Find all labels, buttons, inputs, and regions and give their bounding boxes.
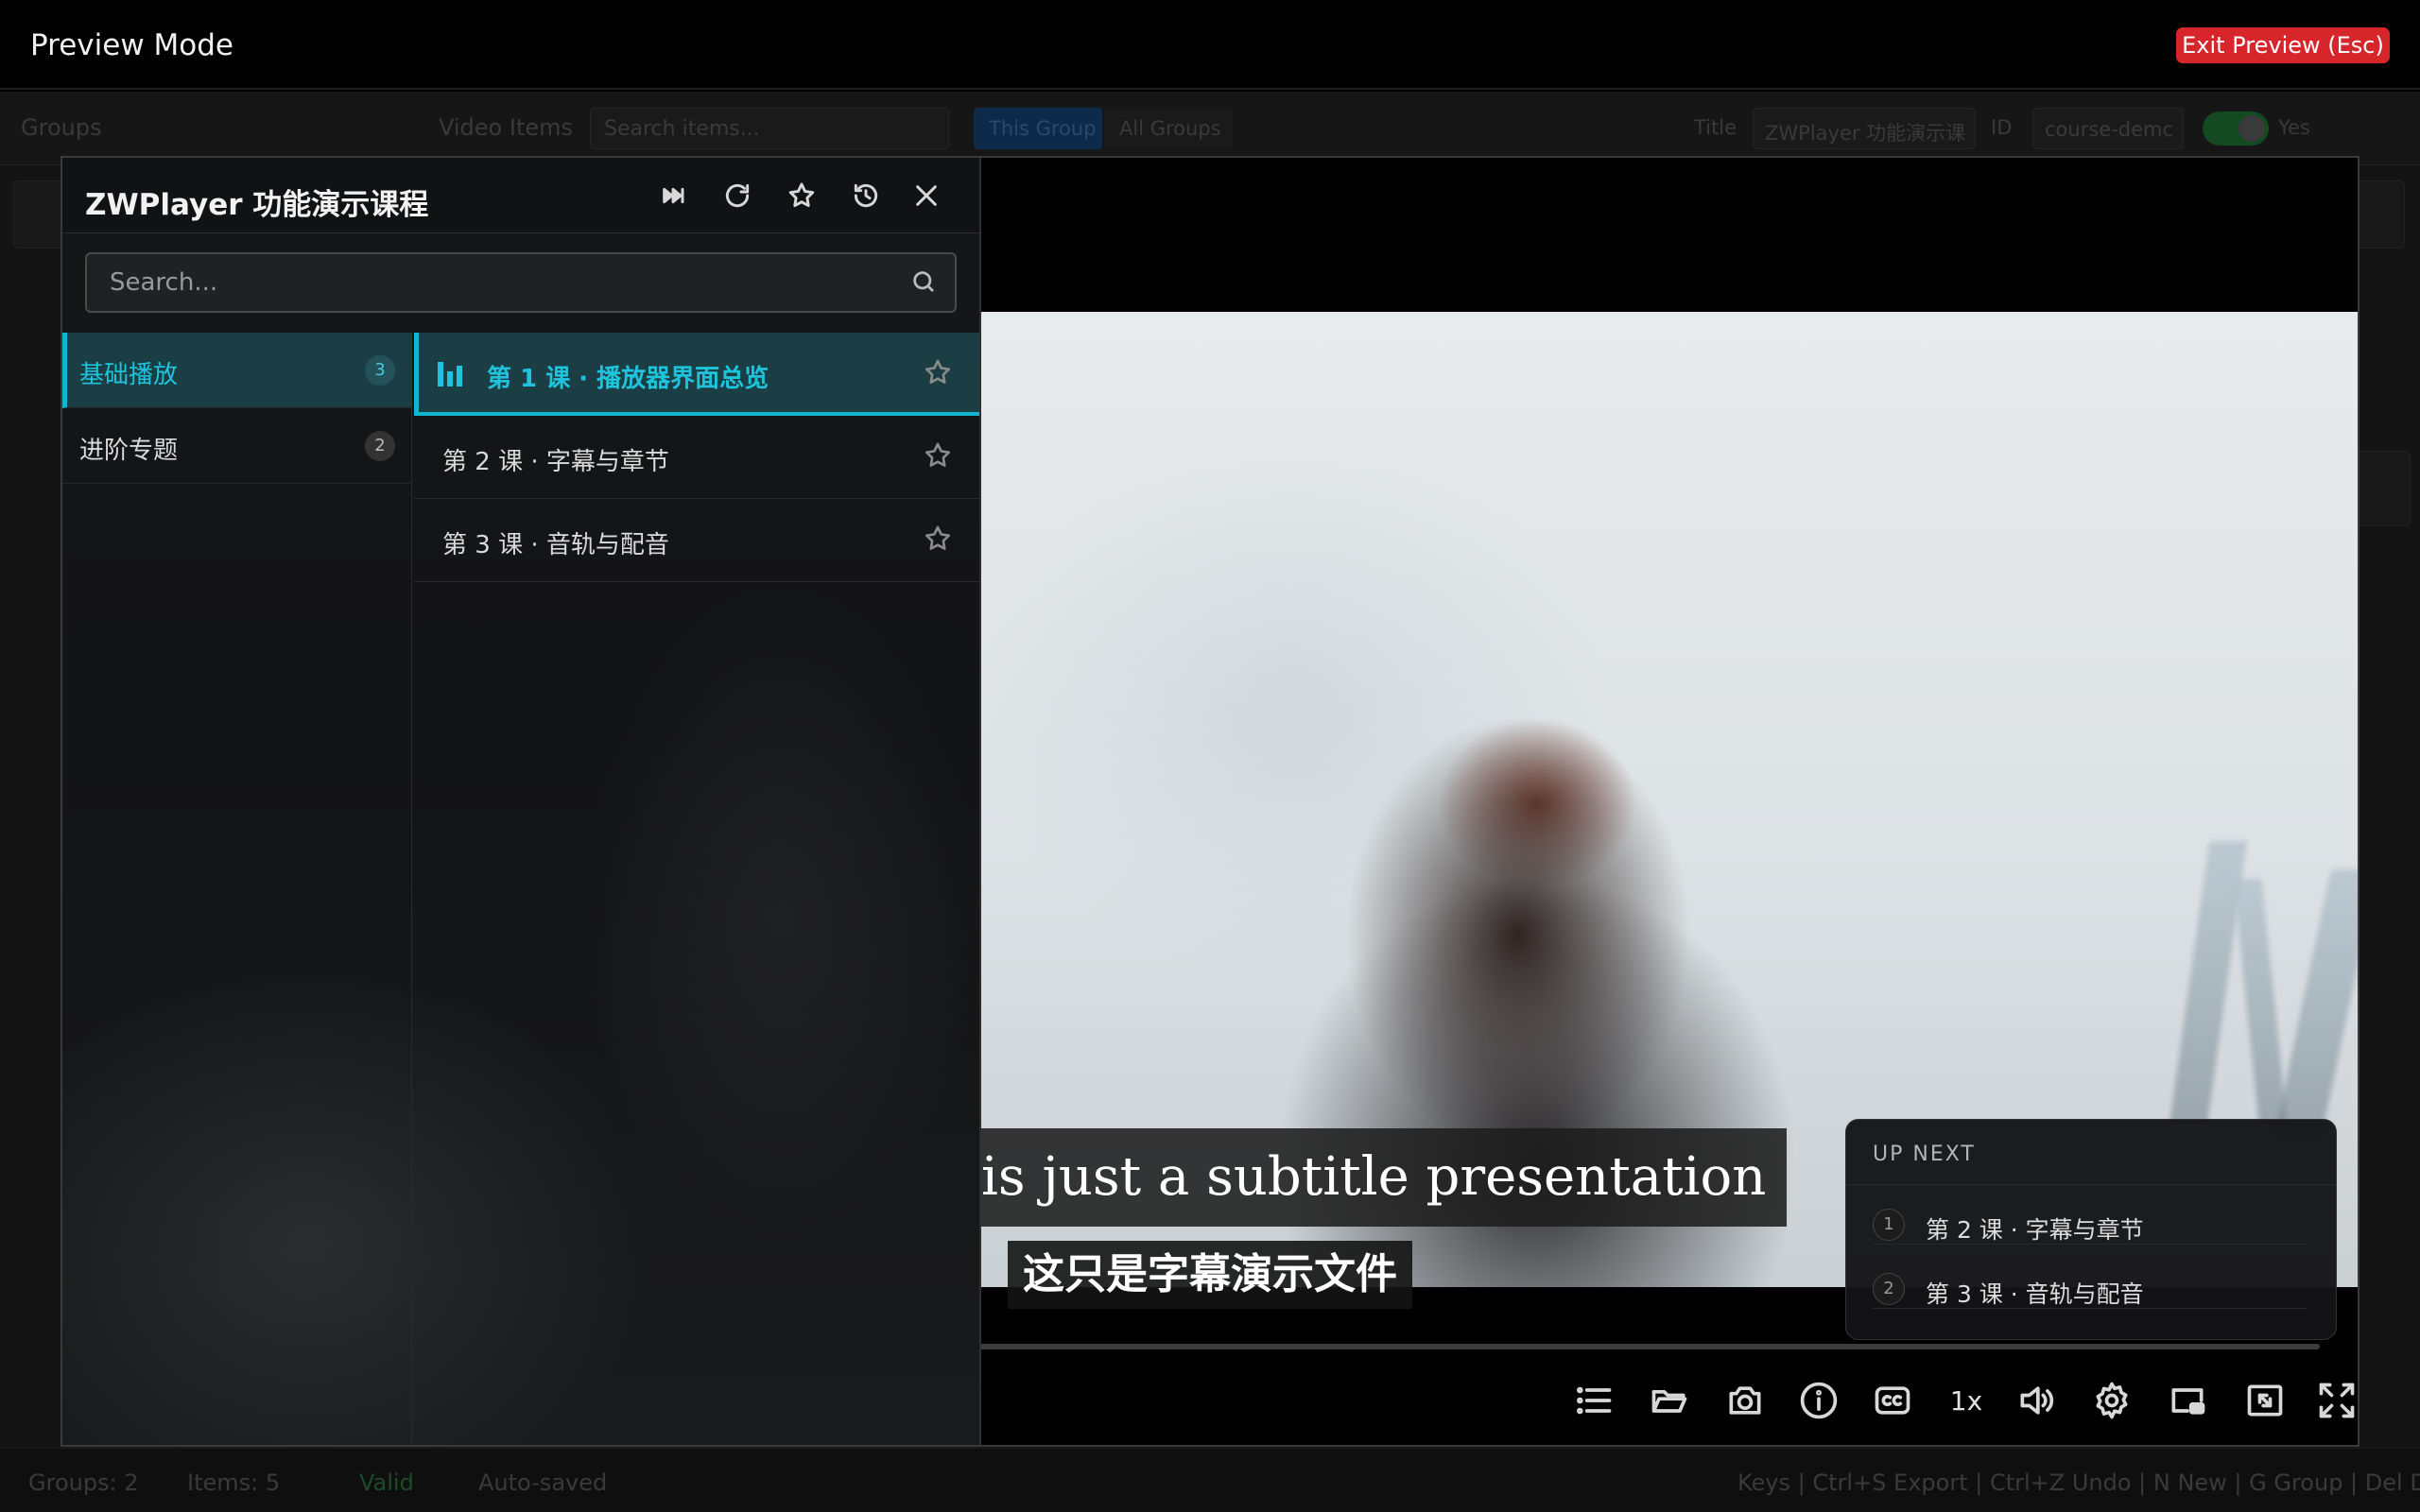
group-item[interactable]: 基础播放 3 xyxy=(62,333,412,408)
up-next-item[interactable]: 1 第 2 课 · 字幕与章节 xyxy=(1873,1207,2308,1245)
video-item-list: 第 1 课 · 播放器界面总览 第 2 课 · 字幕与章节 第 3 课 · 音轨… xyxy=(414,333,979,1445)
up-next-item-label: 第 3 课 · 音轨与配音 xyxy=(1926,1280,2144,1308)
fullscreen-icon[interactable] xyxy=(2310,1372,2358,1429)
favorites-star-icon[interactable] xyxy=(783,177,821,215)
playlist-search-input[interactable] xyxy=(87,254,900,311)
bg-status-groups: Groups: 2 xyxy=(28,1469,139,1496)
preview-mode-title: Preview Mode xyxy=(30,28,233,62)
bg-status-valid: Valid xyxy=(359,1469,414,1496)
video-item[interactable]: 第 3 课 · 音轨与配音 xyxy=(414,499,979,582)
video-item[interactable]: 第 1 课 · 播放器界面总览 xyxy=(414,333,979,416)
bg-search-input: Search items... xyxy=(590,108,949,149)
bg-id-input: course-demc xyxy=(2032,108,2184,149)
group-count-badge: 3 xyxy=(365,355,395,386)
bg-id-value: course-demc xyxy=(2045,118,2174,141)
up-next-item-number: 1 xyxy=(1873,1209,1905,1241)
picture-in-picture-icon[interactable] xyxy=(2161,1372,2214,1429)
refresh-icon[interactable] xyxy=(718,177,756,215)
up-next-item[interactable]: 2 第 3 课 · 音轨与配音 xyxy=(1873,1271,2308,1309)
group-label: 进阶专题 xyxy=(79,437,179,465)
subtitle-chinese: 这只是字幕演示文件 xyxy=(1008,1241,1412,1309)
bg-scope-all-label: All Groups xyxy=(1119,117,1221,140)
bg-status-bar: Groups: 2 Items: 5 Valid Auto-saved Keys… xyxy=(0,1448,2420,1512)
now-playing-icon xyxy=(438,362,466,387)
bg-title-value: ZWPlayer 功能演示课 xyxy=(1765,122,1966,145)
autoplay-next-icon[interactable] xyxy=(654,177,692,215)
exit-preview-button[interactable]: Exit Preview (Esc) xyxy=(2176,27,2390,63)
favorite-star-icon[interactable] xyxy=(923,357,953,387)
subtitle-english: is just a subtitle presentation xyxy=(960,1128,1788,1227)
bg-scope-this-label: This Group xyxy=(989,117,1097,140)
bg-scope-this-group: This Group xyxy=(974,108,1102,149)
video-item-label: 第 2 课 · 字幕与章节 xyxy=(442,448,669,476)
up-next-panel: UP NEXT 1 第 2 课 · 字幕与章节 2 第 3 课 · 音轨与配音 xyxy=(1845,1119,2337,1340)
bg-groups-label: Groups xyxy=(21,114,102,141)
background-editor-header: Groups Video Items Search items... This … xyxy=(0,92,2420,165)
favorite-star-icon[interactable] xyxy=(923,440,953,471)
player-controls: 1x xyxy=(1518,1372,2355,1429)
group-item[interactable]: 进阶专题 2 xyxy=(62,408,412,484)
bg-status-items: Items: 5 xyxy=(187,1469,281,1496)
video-player: is just a subtitle presentation 这只是字幕演示文… xyxy=(60,156,2360,1447)
video-scene-detail xyxy=(2233,879,2288,1125)
video-item-label: 第 3 课 · 音轨与配音 xyxy=(442,531,669,559)
search-icon[interactable] xyxy=(909,267,938,296)
up-next-header: UP NEXT xyxy=(1873,1143,1976,1166)
bg-status-shortcuts: Keys | Ctrl+S Export | Ctrl+Z Undo | N N… xyxy=(1737,1469,2420,1496)
bg-video-items-label: Video Items xyxy=(439,114,574,141)
up-next-item-number: 2 xyxy=(1873,1273,1905,1305)
bg-title-input: ZWPlayer 功能演示课 xyxy=(1753,108,1976,149)
close-icon[interactable] xyxy=(908,177,945,215)
playlist-icon[interactable] xyxy=(1567,1372,1620,1429)
bg-search-placeholder: Search items... xyxy=(604,117,760,141)
favorite-star-icon[interactable] xyxy=(923,524,953,554)
playlist-header: ZWPlayer 功能演示课程 xyxy=(62,158,979,233)
web-fullscreen-icon[interactable] xyxy=(2238,1372,2291,1429)
group-label: 基础播放 xyxy=(79,361,179,389)
screenshot-camera-icon[interactable] xyxy=(1719,1372,1772,1429)
history-icon[interactable] xyxy=(847,177,885,215)
playback-speed-button[interactable]: 1x xyxy=(1940,1372,1993,1429)
bg-toggle-label: Yes xyxy=(2278,116,2310,139)
preview-top-bar: Preview Mode Exit Preview (Esc) xyxy=(0,0,2420,90)
bg-toggle-switch xyxy=(2203,112,2269,146)
bg-title-label: Title xyxy=(1694,116,1737,139)
playlist-search xyxy=(85,252,957,313)
settings-gear-icon[interactable] xyxy=(2085,1372,2138,1429)
volume-icon[interactable] xyxy=(2010,1372,2063,1429)
bg-id-label: ID xyxy=(1991,116,2013,139)
video-item-label: 第 1 课 · 播放器界面总览 xyxy=(487,365,769,393)
info-icon[interactable] xyxy=(1792,1372,1845,1429)
video-item[interactable]: 第 2 课 · 字幕与章节 xyxy=(414,416,979,499)
open-folder-icon[interactable] xyxy=(1643,1372,1696,1429)
up-next-item-label: 第 2 课 · 字幕与章节 xyxy=(1926,1216,2144,1244)
playlist-title: ZWPlayer 功能演示课程 xyxy=(85,188,429,222)
video-scene-detail xyxy=(2274,869,2358,1134)
closed-captions-icon[interactable] xyxy=(1866,1372,1919,1429)
bg-status-autosaved: Auto-saved xyxy=(478,1469,608,1496)
group-list: 基础播放 3 进阶专题 2 xyxy=(62,333,412,1445)
group-count-badge: 2 xyxy=(365,431,395,461)
up-next-divider xyxy=(1846,1184,2336,1185)
playlist-panel: ZWPlayer 功能演示课程 基础 xyxy=(62,158,981,1445)
playback-speed-value: 1x xyxy=(1949,1384,1983,1417)
bg-scope-all-groups: All Groups xyxy=(1104,108,1233,149)
